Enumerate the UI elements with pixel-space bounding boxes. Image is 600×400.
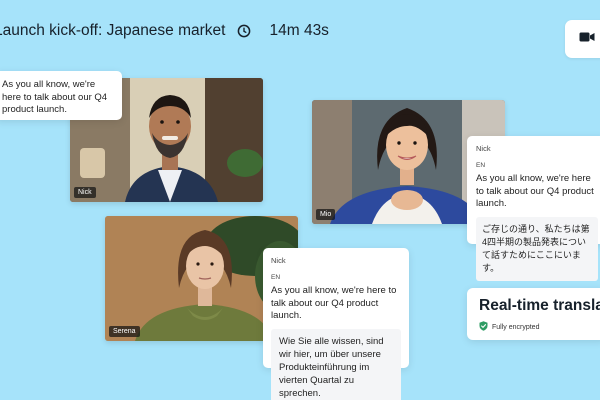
caption-original-text: As you all know, we're here to talk abou… xyxy=(271,285,397,321)
encryption-status-text: Fully encrypted xyxy=(492,323,540,331)
caption-card-mio: Nick EN As you all know, we're here to t… xyxy=(467,136,600,281)
clock-icon xyxy=(237,24,251,38)
video-camera-icon xyxy=(579,30,595,48)
caption-speaker: Nick xyxy=(271,256,286,265)
meeting-title: Launch kick-off: Japanese market xyxy=(0,22,226,39)
caption-original-text: As you all know, we're here to talk abou… xyxy=(2,79,108,115)
shield-check-icon xyxy=(479,321,488,333)
participant-name-tag: Nick xyxy=(74,187,96,198)
caption-speaker: Nick xyxy=(476,144,491,153)
participant-name-tag: Serena xyxy=(109,326,140,337)
caption-language: EN xyxy=(476,161,486,169)
meeting-header: Launch kick-off: Japanese market 14m 43s xyxy=(0,20,329,42)
participant-name-tag: Mio xyxy=(316,209,336,220)
realtime-translation-card: Real-time translation Fully encrypted xyxy=(467,288,600,340)
realtime-title: Real-time translation xyxy=(479,297,600,314)
caption-translation-text: ご存じの通り、私たちは第4四半期の製品発表について話すためにここにいます。 xyxy=(476,216,598,281)
caption-card-left: As you all know, we're here to talk abou… xyxy=(0,71,122,120)
caption-translation-text: Wie Sie alle wissen, sind wir hier, um ü… xyxy=(271,328,401,400)
caption-original-text: As you all know, we're here to talk abou… xyxy=(476,173,594,209)
caption-language: EN xyxy=(271,273,281,281)
encryption-status: Fully encrypted xyxy=(479,321,595,333)
caption-card-serena: Nick EN As you all know, we're here to t… xyxy=(263,248,409,400)
camera-button[interactable] xyxy=(565,20,600,58)
meeting-timer: 14m 43s xyxy=(269,22,329,39)
